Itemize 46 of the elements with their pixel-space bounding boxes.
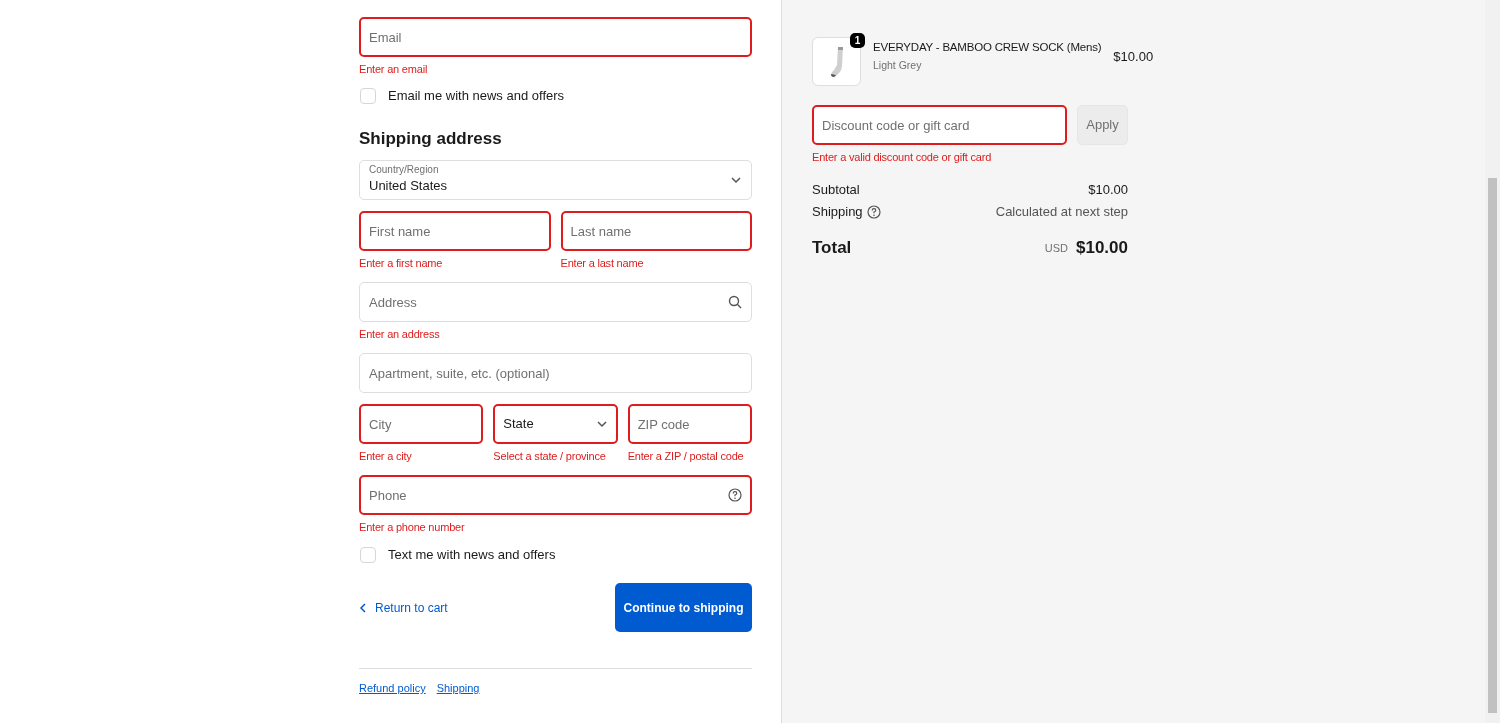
- product-title: EVERYDAY - BAMBOO CREW SOCK (Mens): [873, 40, 1102, 55]
- help-icon: [866, 205, 881, 219]
- select-field[interactable]: Country/Region United States: [359, 160, 752, 200]
- search-icon: [728, 295, 742, 309]
- error-message: Enter an email: [359, 62, 429, 77]
- chevron-down-icon: [730, 174, 742, 186]
- input-field[interactable]: ZIP code: [627, 404, 752, 444]
- input-field[interactable]: Phone: [359, 475, 752, 515]
- error-message: Enter an address: [359, 327, 441, 342]
- product-variant: Light Grey: [873, 58, 923, 74]
- input-field[interactable]: Email: [359, 17, 752, 57]
- input-field[interactable]: First name: [359, 211, 551, 251]
- footer-link[interactable]: Refund policy: [359, 680, 426, 697]
- summary-label: Shipping: [812, 203, 863, 222]
- input-field[interactable]: City: [359, 404, 484, 444]
- back-link[interactable]: Return to cart: [359, 598, 448, 617]
- summary-value: $10.00: [1088, 181, 1128, 200]
- checkbox[interactable]: [360, 88, 376, 104]
- checkbox[interactable]: [360, 547, 376, 563]
- continue-button[interactable]: Continue to shipping: [615, 583, 752, 632]
- total-amount: $10.00: [1076, 237, 1128, 259]
- error-message: Enter a last name: [560, 256, 645, 271]
- total-label: Total: [812, 237, 852, 259]
- chevron-left-icon: [359, 601, 367, 614]
- select-field[interactable]: State: [493, 404, 618, 444]
- product-price: $10.00: [1113, 48, 1154, 66]
- help-icon: [728, 488, 742, 502]
- checkbox-label: Email me with news and offers: [388, 87, 565, 106]
- error-message: Enter a city: [359, 449, 413, 464]
- input-field[interactable]: Last name: [560, 211, 752, 251]
- error-message: Select a state / province: [493, 449, 607, 464]
- sock-icon: [828, 45, 845, 78]
- currency-code: USD: [1044, 240, 1068, 256]
- chevron-down-icon: [595, 418, 608, 430]
- quantity-badge: 1: [850, 33, 865, 48]
- checkbox-label: Text me with news and offers: [388, 546, 556, 565]
- footer-link[interactable]: Shipping: [436, 680, 480, 697]
- section-heading: Shipping address: [359, 128, 503, 150]
- summary-label: Subtotal: [812, 181, 860, 200]
- summary-value: Calculated at next step: [995, 203, 1128, 222]
- error-message: Enter a ZIP / postal code: [627, 449, 745, 464]
- error-message: Enter a first name: [359, 256, 444, 271]
- scrollbar-thumb[interactable]: [1488, 178, 1497, 713]
- error-message: Enter a valid discount code or gift card: [812, 150, 993, 165]
- error-message: Enter a phone number: [359, 520, 466, 535]
- scrollbar[interactable]: [1485, 0, 1500, 723]
